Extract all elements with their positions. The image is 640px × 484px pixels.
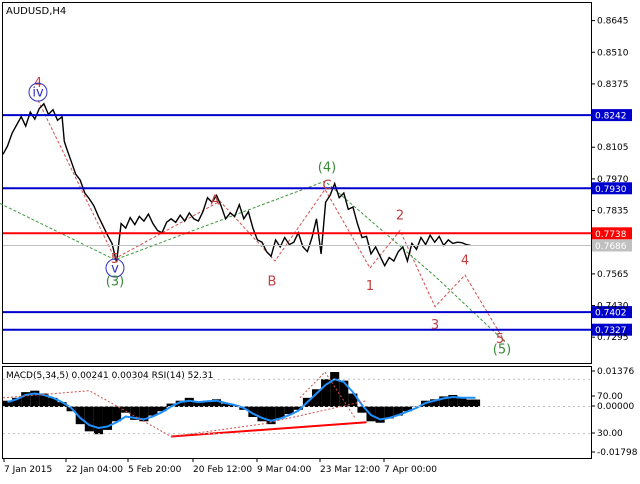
wave-label: 4	[461, 253, 469, 268]
current-price-label: 0.7686	[595, 242, 627, 252]
wave-label: (4)	[318, 161, 336, 176]
level-label: 0.8242	[595, 112, 627, 122]
wave-label: C	[322, 178, 331, 193]
wave-label: (5)	[493, 342, 511, 357]
macd-bar	[184, 397, 194, 407]
indicator-tick-label: 0.01376	[597, 367, 634, 377]
wave-label: iv	[32, 86, 44, 101]
indicator-tick-label: -0.01798	[597, 448, 638, 458]
macd-bar	[93, 406, 103, 435]
price-tick-label: 0.8645	[597, 17, 629, 27]
wave-label: 1	[366, 279, 374, 294]
macd-bar	[471, 399, 481, 407]
x-tick-label: 9 Mar 04:00	[257, 465, 312, 475]
chart-root: AUDUSD,H4 MACD(5,34,5) 0.00241 0.00304 R…	[0, 0, 640, 480]
price-tick-label: 0.7565	[597, 270, 629, 280]
x-tick-label: 5 Feb 20:00	[128, 465, 182, 475]
wave-label: 3	[431, 318, 439, 333]
indicator-tick-label: 70.00	[597, 392, 623, 402]
level-label: 0.7930	[595, 185, 627, 195]
x-tick-label: 23 Mar 12:00	[320, 465, 380, 475]
price-tick-label: 0.7835	[597, 207, 629, 217]
level-label: 0.7738	[595, 230, 627, 240]
macd-bar	[457, 397, 467, 407]
macd-bar	[311, 389, 322, 407]
wave-label: B	[268, 274, 277, 289]
price-tick-label: 0.7430	[597, 302, 629, 312]
x-tick-label: 7 Jan 2015	[4, 465, 52, 475]
x-tick-label: 22 Jan 04:00	[66, 465, 123, 475]
indicator-tick-label: 30.00	[597, 429, 623, 439]
indicator-tick-label: 0.00000	[597, 402, 634, 412]
wave-label: A	[211, 194, 220, 209]
wave-label: 2	[396, 209, 404, 224]
x-tick-label: 20 Feb 12:00	[193, 465, 252, 475]
x-tick-label: 7 Apr 00:00	[384, 465, 437, 475]
price-tick-label: 0.8510	[597, 48, 629, 58]
wave-label: (3)	[106, 274, 124, 289]
chart-svg: AUDUSD,H4 MACD(5,34,5) 0.00241 0.00304 R…	[0, 0, 640, 480]
chart-title: AUDUSD,H4	[6, 6, 66, 17]
macd-bar	[84, 406, 94, 432]
price-tick-label: 0.8375	[597, 80, 629, 90]
price-tick-label: 0.7295	[597, 333, 629, 343]
price-tick-label: 0.8105	[597, 143, 629, 153]
price-tick-label: 0.7970	[597, 175, 629, 185]
macd-bar	[330, 372, 340, 407]
